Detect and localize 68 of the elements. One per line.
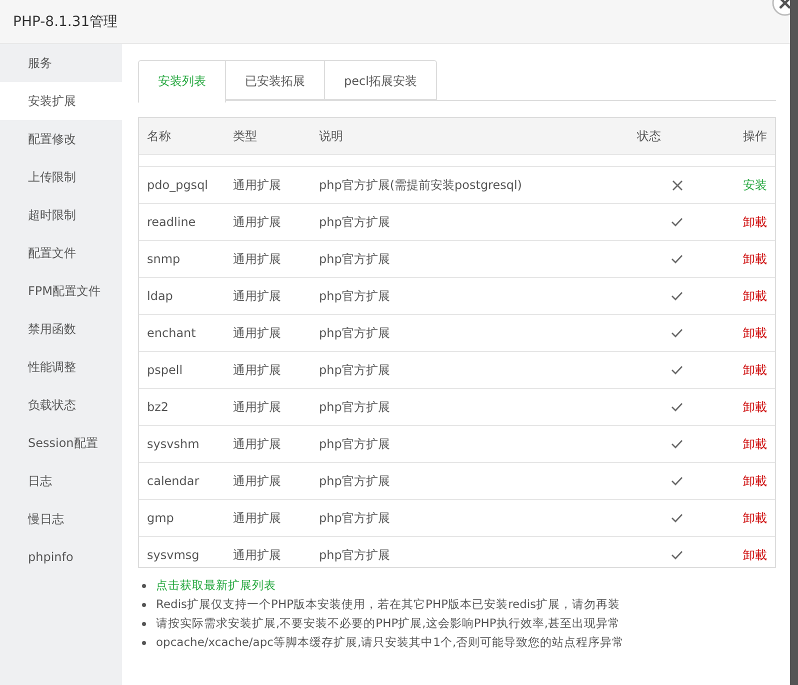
column-header: 操作 <box>742 128 768 144</box>
column-header: 类型 <box>232 128 258 144</box>
action-link[interactable]: 卸載 <box>743 326 767 340</box>
table-cell-text: pdo_pgsql <box>146 178 210 192</box>
table-cell-text: php官方扩展 <box>318 398 391 416</box>
table-cell-text: bz2 <box>146 400 170 414</box>
table-cell-text: 通用扩展 <box>232 288 282 304</box>
table-cell-text: readline <box>146 215 197 229</box>
table-cell-text: php官方扩展 <box>318 362 391 378</box>
action-link[interactable]: 卸載 <box>743 362 767 376</box>
sidebar-item[interactable]: phpinfo <box>0 538 122 576</box>
note-text: opcache/xcache/apc等脚本缓存扩展,请只安装其中1个,否则可能导致您的站点程序异常 <box>156 635 624 650</box>
sidebar-item[interactable]: FPM配置文件 <box>0 272 122 310</box>
sidebar-item[interactable]: 服务 <box>0 44 122 82</box>
tab[interactable]: 已安装拓展 <box>226 60 325 100</box>
table-cell-text: php官方扩展 <box>318 472 391 490</box>
table-cell-text: 通用扩展 <box>232 176 282 194</box>
column-header: 状态 <box>637 128 662 144</box>
tab[interactable]: pecl拓展安装 <box>325 60 437 100</box>
sidebar-item[interactable]: 上传限制 <box>0 158 122 196</box>
sidebar-item[interactable]: 日志 <box>0 462 122 500</box>
window-title: PHP-8.1.31管理 <box>13 12 118 30</box>
note-text: Redis扩展仅支持一个PHP版本安装使用，若在其它PHP版本已安装redis扩展，请勿再装 <box>156 597 620 612</box>
sidebar-item[interactable]: 禁用函数 <box>0 310 122 348</box>
note-text: 请按实际需求安装扩展,不要安装不必要的PHP扩展,这会影响PHP执行效率,甚至出现异常 <box>156 616 620 631</box>
sidebar-item[interactable]: 超时限制 <box>0 196 122 234</box>
sidebar-item[interactable]: 配置文件 <box>0 234 122 272</box>
table-cell-text: 通用扩展 <box>232 436 282 452</box>
table-cell-text: php官方扩展 <box>318 250 391 268</box>
table-cell-text: php官方扩展 <box>318 546 391 564</box>
action-link[interactable]: 卸載 <box>743 288 767 302</box>
table-cell-text: 通用扩展 <box>232 324 282 342</box>
table-cell-text: calendar <box>146 474 200 488</box>
sidebar-item[interactable]: 配置修改 <box>0 120 122 158</box>
table-cell-text: ldap <box>146 289 174 303</box>
table-cell-text: sysvmsg <box>146 548 200 562</box>
table-cell-text: php官方扩展(需提前安装postgresql) <box>318 176 523 194</box>
action-link[interactable]: 卸載 <box>743 436 767 450</box>
table-cell-text: php官方扩展 <box>318 288 391 304</box>
action-link[interactable]: 卸載 <box>743 400 767 414</box>
table-cell-text: 通用扩展 <box>232 472 282 490</box>
table-cell-text: 通用扩展 <box>232 510 282 526</box>
table-cell-text: php官方扩展 <box>318 436 391 452</box>
action-link[interactable]: 卸載 <box>743 252 767 266</box>
table-cell-text: 通用扩展 <box>232 362 282 378</box>
table-cell-text: enchant <box>146 326 197 340</box>
table-cell-text: pspell <box>146 363 184 377</box>
action-link[interactable]: 卸載 <box>743 510 767 524</box>
sidebar-item[interactable]: 慢日志 <box>0 500 122 538</box>
table-cell-text: snmp <box>146 252 182 266</box>
column-header: 名称 <box>146 128 172 144</box>
sidebar-item[interactable]: Session配置 <box>0 424 122 462</box>
table-cell-text: 通用扩展 <box>232 398 282 416</box>
table-cell-text: gmp <box>146 511 175 525</box>
table-cell-text: 通用扩展 <box>232 546 282 564</box>
table-cell-text: 通用扩展 <box>232 214 282 230</box>
sidebar-item[interactable]: 负载状态 <box>0 386 122 424</box>
column-header: 说明 <box>318 128 344 144</box>
table-cell-text: 通用扩展 <box>232 250 282 268</box>
sidebar-item[interactable]: 性能调整 <box>0 348 122 386</box>
table-cell-text: sysvshm <box>146 437 200 451</box>
table-cell-text: php官方扩展 <box>318 214 391 230</box>
action-link[interactable]: 卸載 <box>743 474 767 488</box>
action-link[interactable]: 卸載 <box>743 214 767 228</box>
sidebar-item[interactable]: 安装扩展 <box>0 82 122 120</box>
table-cell-text: php官方扩展 <box>318 324 391 342</box>
action-link[interactable]: 卸載 <box>743 548 767 562</box>
table-cell-text: php官方扩展 <box>318 510 391 526</box>
